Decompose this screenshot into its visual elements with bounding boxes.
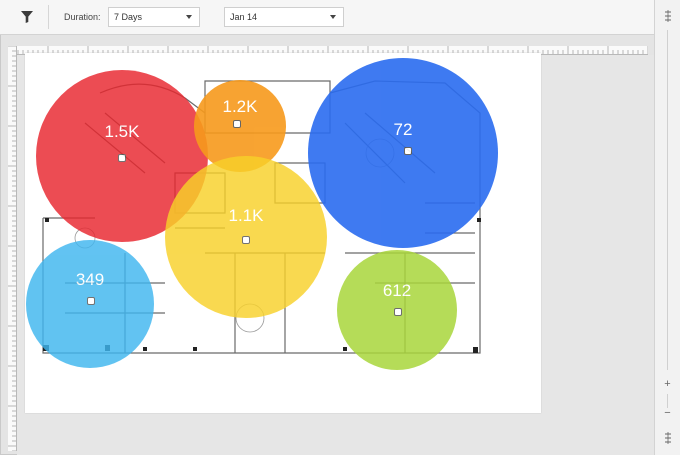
bubble-value: 1.5K (104, 122, 140, 141)
date-select-value: Jan 14 (230, 12, 258, 22)
chevron-down-icon (330, 15, 336, 19)
vertical-handle-icon[interactable] (655, 430, 680, 446)
heat-bubble-green[interactable]: 612 (337, 250, 457, 370)
filter-button[interactable] (12, 7, 42, 27)
heat-bubble-blue[interactable]: 72 (308, 58, 498, 248)
duration-label: Duration: (64, 12, 101, 22)
access-point-icon[interactable] (404, 147, 412, 155)
toolbar: Duration: 7 Days Jan 14 (0, 0, 654, 35)
bubble-value: 612 (382, 281, 412, 300)
chevron-down-icon (186, 15, 192, 19)
zoom-track (667, 30, 668, 370)
zoom-in-button[interactable]: + (655, 376, 680, 392)
heat-bubble-yellow[interactable]: 1.1K (165, 156, 327, 318)
vertical-ruler (8, 46, 17, 451)
filter-icon (21, 11, 33, 23)
access-point-icon[interactable] (242, 236, 250, 244)
bubble-value: 349 (75, 270, 105, 289)
date-select[interactable]: Jan 14 (224, 7, 344, 27)
duration-select-value: 7 Days (114, 12, 143, 22)
access-point-icon[interactable] (87, 297, 95, 305)
vertical-handle-icon[interactable] (655, 8, 680, 24)
duration-select[interactable]: 7 Days (108, 7, 200, 27)
bubble-value: 1.2K (222, 97, 258, 116)
bubble-value: 1.1K (228, 206, 264, 225)
toolbar-divider (48, 5, 49, 29)
bubble-value: 72 (393, 120, 413, 139)
right-tool-strip: + − (654, 0, 680, 455)
access-point-icon[interactable] (394, 308, 402, 316)
access-point-icon[interactable] (233, 120, 241, 128)
heat-bubble-cyan[interactable]: 349 (26, 240, 154, 368)
zoom-out-button[interactable]: − (655, 405, 680, 421)
access-point-icon[interactable] (118, 154, 126, 162)
